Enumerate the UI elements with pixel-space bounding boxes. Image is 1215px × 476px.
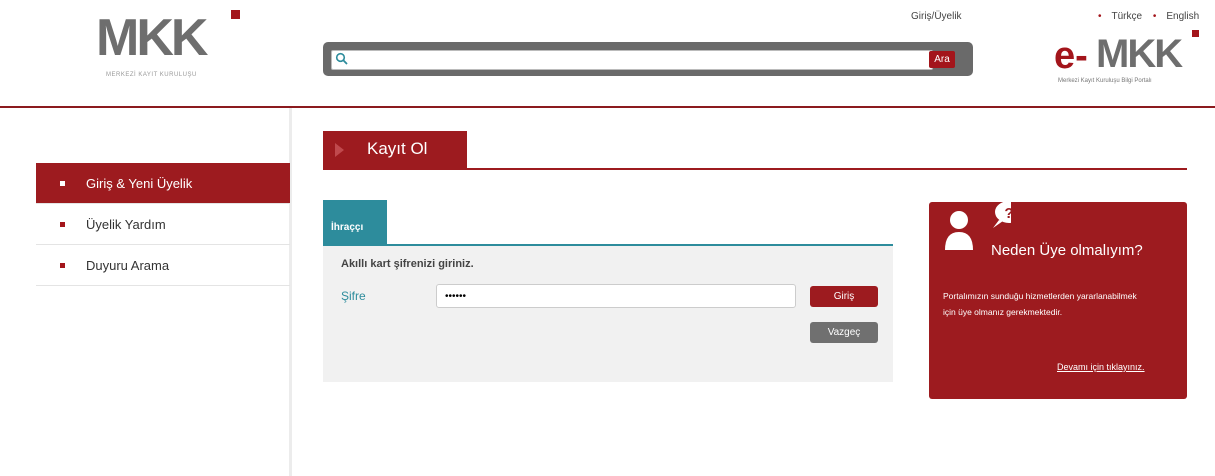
sidebar-item-membership-help[interactable]: Üyelik Yardım: [36, 204, 290, 245]
logo-square: [231, 10, 240, 19]
bullet-icon: [60, 263, 65, 268]
language-switcher: • Türkçe • English: [1090, 11, 1199, 22]
password-field[interactable]: [436, 284, 796, 308]
why-member-box: ? Neden Üye olmalıyım? Portalımızın sund…: [929, 202, 1187, 399]
sidebar-item-login-new-member[interactable]: Giriş & Yeni Üyelik: [36, 163, 290, 204]
login-button[interactable]: Giriş: [810, 286, 878, 307]
search-button[interactable]: Ara: [929, 51, 955, 68]
bullet-icon: [60, 222, 65, 227]
lang-english-label: English: [1166, 11, 1200, 22]
page-title-bar: Kayıt Ol: [323, 131, 467, 169]
login-form: Akıllı kart şifrenizi giriniz. Şifre Gir…: [323, 246, 893, 382]
header: MKK MERKEZİ KAYIT KURULUŞU Ara Giriş/Üye…: [0, 0, 1215, 108]
bullet-icon: [60, 181, 65, 186]
info-title: Neden Üye olmalıyım?: [991, 242, 1143, 259]
search-icon: [335, 52, 348, 65]
mkk-logo[interactable]: MKK MERKEZİ KAYIT KURULUŞU: [96, 10, 246, 80]
password-label: Şifre: [341, 289, 366, 303]
page-title: Kayıt Ol: [367, 139, 428, 158]
emkk-square: [1192, 30, 1199, 37]
bullet: •: [1152, 11, 1157, 22]
lang-turkish[interactable]: • Türkçe: [1098, 11, 1142, 22]
tab-issuer[interactable]: İhraççı: [323, 200, 387, 245]
sidebar: Giriş & Yeni Üyelik Üyelik Yardım Duyuru…: [36, 163, 290, 286]
instruction-text: Akıllı kart şifrenizi giriniz.: [341, 258, 474, 270]
emkk-subtitle: Merkezi Kayıt Kuruluşu Bilgi Portalı: [1058, 78, 1152, 84]
lang-turkish-label: Türkçe: [1111, 11, 1143, 22]
emkk-prefix: e-: [1054, 35, 1088, 77]
emkk-logo[interactable]: e- MKK Merkezi Kayıt Kuruluşu Bilgi Port…: [1054, 30, 1204, 100]
emkk-text: MKK: [1096, 32, 1183, 76]
logo-text: MKK: [96, 9, 208, 67]
logo-subtitle: MERKEZİ KAYIT KURULUŞU: [106, 72, 197, 78]
title-arrow-icon: [335, 143, 344, 157]
cancel-button[interactable]: Vazgeç: [810, 322, 878, 343]
bullet: •: [1098, 11, 1102, 22]
sidebar-item-label: Giriş & Yeni Üyelik: [86, 176, 193, 191]
info-text: Portalımızın sunduğu hizmetlerden yararl…: [943, 291, 1137, 317]
search-bar: Ara: [323, 42, 973, 76]
login-panel: İhraççı Akıllı kart şifrenizi giriniz. Ş…: [323, 200, 893, 382]
svg-text:?: ?: [1004, 205, 1011, 222]
sidebar-item-label: Duyuru Arama: [86, 258, 170, 273]
title-divider: [323, 168, 1187, 170]
sidebar-item-announcement-search[interactable]: Duyuru Arama: [36, 245, 290, 286]
lang-english[interactable]: • English: [1153, 11, 1199, 22]
sidebar-item-label: Üyelik Yardım: [86, 217, 166, 232]
login-register-link[interactable]: Giriş/Üyelik: [911, 11, 962, 22]
search-input[interactable]: [331, 50, 933, 70]
read-more-link[interactable]: Devamı için tıklayınız.: [1057, 362, 1145, 372]
